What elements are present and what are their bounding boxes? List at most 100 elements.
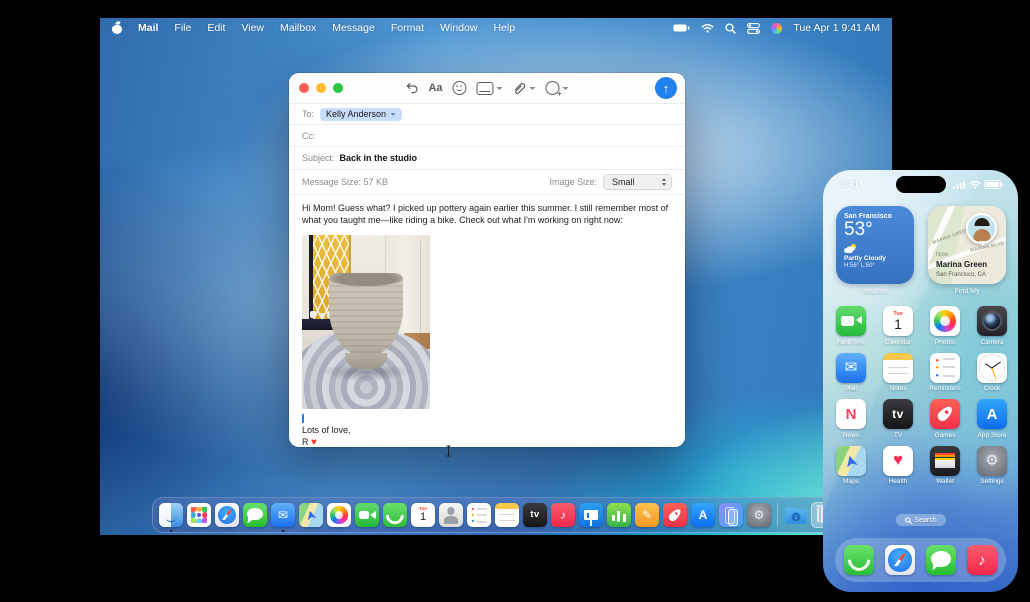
message-size-row: Message Size: 57 KB Image Size: Small xyxy=(289,170,685,195)
phone-app-reminders[interactable]: Reminders xyxy=(929,352,961,392)
dock-item-facetime[interactable] xyxy=(354,499,380,531)
phone-status-bar: 9:41 xyxy=(823,177,1018,192)
app-label: App Store xyxy=(977,431,1007,439)
heart-emoji: ♥ xyxy=(311,437,317,449)
apple-menu-icon[interactable] xyxy=(112,22,122,34)
to-field-row[interactable]: To: Kelly Anderson xyxy=(289,104,685,125)
dock-item-tv[interactable]: tv xyxy=(522,499,548,531)
dock-item-pages[interactable]: ✎ xyxy=(634,499,660,531)
send-button[interactable]: ↑ xyxy=(655,77,677,99)
dock-item-iphone-mirroring[interactable] xyxy=(718,499,744,531)
app-label: TV xyxy=(893,431,903,439)
siri-icon[interactable] xyxy=(771,22,783,34)
compose-toolbar: Aa ↑ xyxy=(289,73,685,104)
dock-item-mail[interactable]: ✉ xyxy=(270,499,296,532)
dock-item-photos[interactable] xyxy=(326,499,352,531)
emoji-icon xyxy=(452,81,467,95)
dock-item-notes[interactable] xyxy=(494,499,520,531)
phone-app-calendar[interactable]: Tue 1 Calendar xyxy=(883,306,913,346)
cc-field-row[interactable]: Cc: xyxy=(289,125,685,147)
menu-bar-clock[interactable]: Tue Apr 1 9:41 AM xyxy=(793,22,880,34)
phone-app-clock[interactable]: Clock xyxy=(977,352,1007,392)
zoom-window-button[interactable] xyxy=(333,83,343,93)
clock-icon xyxy=(977,352,1007,383)
signature-line: R ♥ xyxy=(302,436,674,450)
menu-file[interactable]: File xyxy=(174,22,191,34)
safari-icon[interactable] xyxy=(885,545,915,575)
menu-help[interactable]: Help xyxy=(493,22,515,34)
image-size-select[interactable]: Small xyxy=(603,174,672,190)
downloads-folder-icon xyxy=(784,503,808,527)
menu-window[interactable]: Window xyxy=(440,22,477,34)
wifi-icon xyxy=(969,180,981,189)
tv-glyph: tv xyxy=(530,509,540,521)
dock-item-maps[interactable] xyxy=(298,499,324,531)
battery-icon[interactable] xyxy=(673,24,690,32)
menu-view[interactable]: View xyxy=(241,22,264,34)
dock-item-app-store[interactable]: A xyxy=(690,499,716,531)
dock-item-system-settings[interactable]: ⚙ xyxy=(746,499,772,531)
control-center-icon[interactable] xyxy=(747,22,761,34)
minimize-window-button[interactable] xyxy=(316,83,326,93)
close-window-button[interactable] xyxy=(299,83,309,93)
phone-app-games[interactable]: Games xyxy=(930,399,960,439)
dock-item-reminders[interactable] xyxy=(466,499,492,531)
message-size-text: Message Size: 57 KB xyxy=(302,177,389,187)
find-my-widget[interactable]: MARINA GREEN DR MARINA BLVD Now Marina G… xyxy=(928,206,1006,284)
phone-app-settings[interactable]: ⚙ Settings xyxy=(977,445,1007,485)
format-button[interactable]: Aa xyxy=(428,82,442,94)
photo-browser-button[interactable] xyxy=(476,81,503,95)
messages-icon[interactable] xyxy=(926,545,956,575)
dock-item-keynote[interactable] xyxy=(578,499,604,531)
maps-icon xyxy=(299,503,323,527)
folder-glyph xyxy=(785,506,807,524)
subject-field-row[interactable]: Subject: Back in the studio xyxy=(289,147,685,170)
menu-app-name[interactable]: Mail xyxy=(138,22,158,34)
a-glyph: A xyxy=(986,405,998,423)
phone-app-news[interactable]: N News xyxy=(836,399,866,439)
dock-item-finder[interactable] xyxy=(158,499,184,532)
menu-bar: Mail File Edit View Mailbox Message Form… xyxy=(100,18,892,38)
phone-app-app-store[interactable]: A App Store xyxy=(977,399,1007,439)
dock-item-calendar[interactable]: Tue 1 xyxy=(410,499,436,531)
dock-item-phone[interactable] xyxy=(382,499,408,531)
phone-app-wallet[interactable]: Wallet xyxy=(930,445,960,485)
phone-app-maps[interactable]: Maps xyxy=(836,445,866,485)
message-body[interactable]: Hi Mom! Guess what? I picked up pottery … xyxy=(289,195,685,457)
photos-icon xyxy=(327,503,351,527)
insert-menu-button[interactable] xyxy=(545,81,569,98)
music-icon[interactable]: ♪ xyxy=(967,545,997,575)
phone-app-facetime[interactable]: FaceTime xyxy=(836,306,866,346)
weather-widget[interactable]: San Francisco 53° Partly Cloudy H:56° L:… xyxy=(836,206,914,284)
partly-cloudy-icon xyxy=(844,243,857,253)
pottery-photo[interactable] xyxy=(302,235,430,410)
dock-item-messages[interactable] xyxy=(242,499,268,531)
emoji-button[interactable] xyxy=(452,81,467,95)
phone-app-tv[interactable]: tv TV xyxy=(883,399,913,439)
phone-app-notes[interactable]: Notes xyxy=(883,352,913,392)
dock-item-numbers[interactable] xyxy=(606,499,632,531)
wifi-icon[interactable] xyxy=(701,23,714,33)
recipient-token[interactable]: Kelly Anderson xyxy=(320,107,403,121)
menu-message[interactable]: Message xyxy=(332,22,375,34)
spotlight-search-pill[interactable]: Search xyxy=(895,514,946,526)
menu-mailbox[interactable]: Mailbox xyxy=(280,22,316,34)
dock-item-music[interactable]: ♪ xyxy=(550,499,576,531)
phone-app-camera[interactable]: Camera xyxy=(977,306,1007,346)
dock-item-apps[interactable] xyxy=(186,499,212,531)
dock-item-safari[interactable] xyxy=(214,499,240,531)
phone-app-photos[interactable]: Photos xyxy=(930,306,960,346)
undo-button[interactable] xyxy=(405,82,418,94)
phone-icon[interactable] xyxy=(844,545,874,575)
spotlight-search-icon[interactable] xyxy=(725,22,737,34)
attach-button[interactable] xyxy=(513,82,536,95)
minute-hand xyxy=(991,360,1002,368)
dock-item-downloads[interactable] xyxy=(783,499,809,531)
menu-edit[interactable]: Edit xyxy=(207,22,225,34)
dock-item-games[interactable] xyxy=(662,499,688,531)
menu-format[interactable]: Format xyxy=(391,22,424,34)
dock-item-contacts[interactable] xyxy=(438,499,464,531)
phone-app-health[interactable]: ♥ Health xyxy=(883,445,913,485)
phone-app-mail[interactable]: ✉ Mail xyxy=(836,352,866,392)
apple-tv-icon: tv xyxy=(883,399,913,429)
